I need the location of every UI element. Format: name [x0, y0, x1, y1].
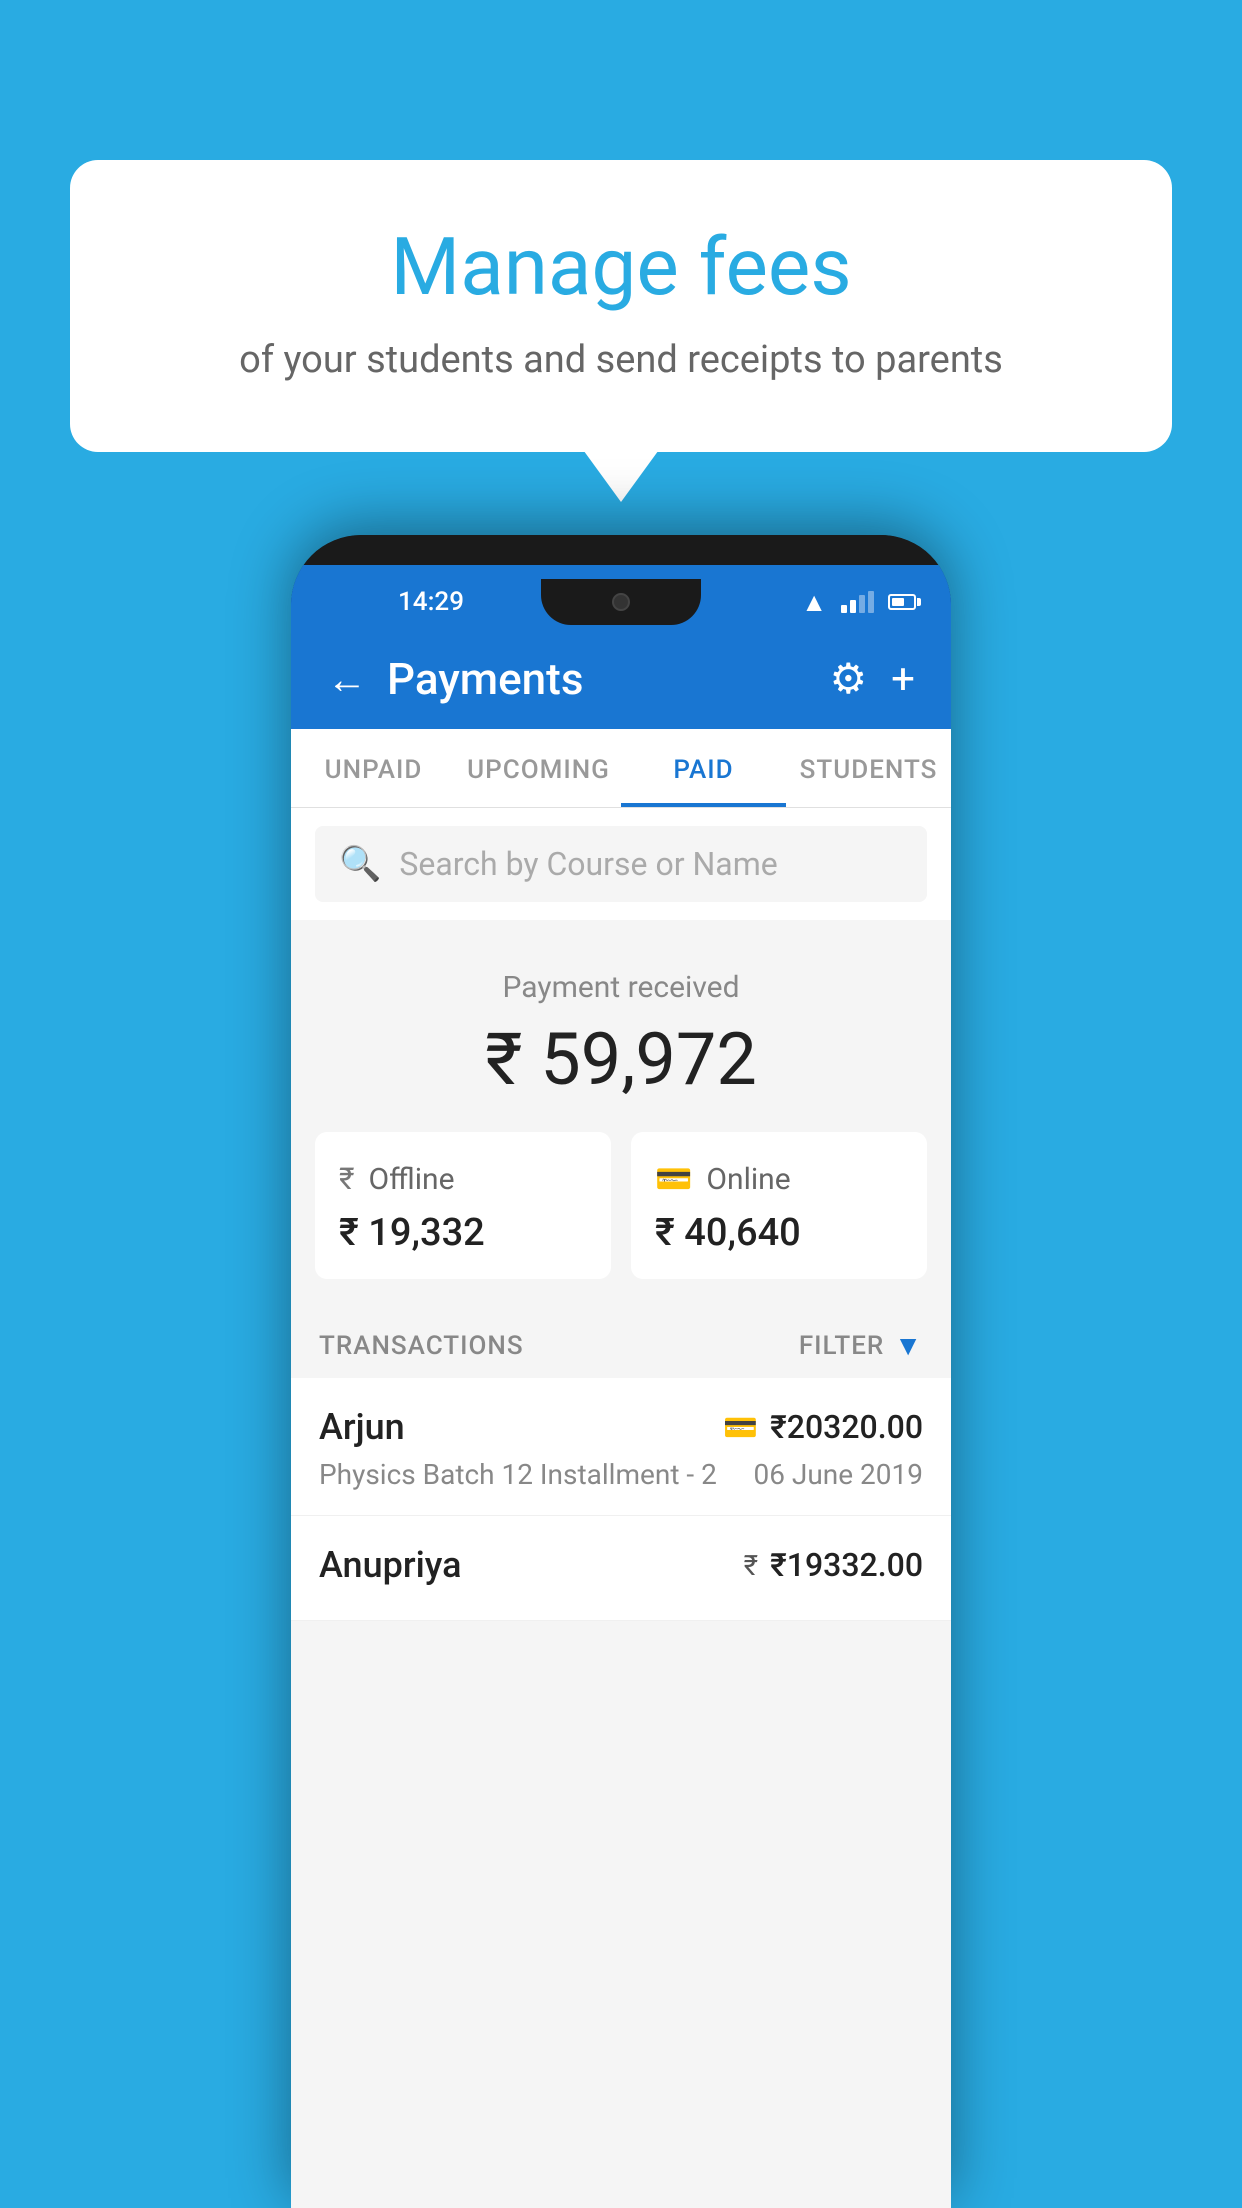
- payment-cards: ₹ Offline ₹ 19,332 💳 Online ₹ 40,640: [291, 1132, 951, 1309]
- transactions-header: TRANSACTIONS FILTER ▼: [291, 1309, 951, 1378]
- offline-card: ₹ Offline ₹ 19,332: [315, 1132, 611, 1279]
- page-title: Payments: [387, 653, 583, 705]
- tabs-bar: UNPAID UPCOMING PAID STUDENTS: [291, 729, 951, 808]
- speech-bubble-subtitle: of your students and send receipts to pa…: [150, 338, 1092, 382]
- payment-label: Payment received: [291, 970, 951, 1005]
- search-container: 🔍 Search by Course or Name: [291, 808, 951, 920]
- status-time: 14:29: [321, 587, 541, 617]
- table-row[interactable]: Arjun 💳 ₹20320.00 Physics Batch 12 Insta…: [291, 1378, 951, 1516]
- battery-icon: [888, 594, 921, 610]
- tab-students[interactable]: STUDENTS: [786, 729, 951, 807]
- speech-bubble-container: Manage fees of your students and send re…: [70, 160, 1172, 452]
- table-row[interactable]: Anupriya ₹ ₹19332.00: [291, 1516, 951, 1621]
- notch-area: 14:29 ▲: [291, 565, 951, 629]
- transaction-list: Arjun 💳 ₹20320.00 Physics Batch 12 Insta…: [291, 1378, 951, 1621]
- payment-summary: Payment received ₹ 59,972: [291, 920, 951, 1132]
- transaction-amount-wrapper: ₹ ₹19332.00: [744, 1546, 923, 1584]
- header-left: ← Payments: [327, 653, 583, 705]
- online-card: 💳 Online ₹ 40,640: [631, 1132, 927, 1279]
- offline-label: Offline: [369, 1162, 455, 1197]
- tab-upcoming[interactable]: UPCOMING: [456, 729, 621, 807]
- wifi-icon: ▲: [801, 587, 827, 618]
- transaction-amount: ₹20320.00: [770, 1408, 923, 1446]
- search-bar[interactable]: 🔍 Search by Course or Name: [315, 826, 927, 902]
- filter-button[interactable]: FILTER ▼: [799, 1329, 923, 1362]
- filter-label: FILTER: [799, 1331, 884, 1361]
- online-amount: ₹ 40,640: [655, 1211, 903, 1255]
- transaction-amount-wrapper: 💳 ₹20320.00: [723, 1408, 923, 1446]
- notch: [541, 579, 701, 625]
- transaction-course: Physics Batch 12 Installment - 2: [319, 1458, 717, 1491]
- transaction-amount: ₹19332.00: [770, 1546, 923, 1584]
- online-label: Online: [706, 1162, 790, 1197]
- filter-icon: ▼: [894, 1329, 923, 1362]
- speech-bubble: Manage fees of your students and send re…: [70, 160, 1172, 452]
- camera: [612, 593, 630, 611]
- search-icon: 🔍: [339, 844, 381, 884]
- signal-icon: [841, 591, 874, 613]
- payment-amount: ₹ 59,972: [291, 1017, 951, 1102]
- app-header: ← Payments ⚙ +: [291, 629, 951, 729]
- transactions-label: TRANSACTIONS: [319, 1331, 524, 1361]
- background: Manage fees of your students and send re…: [0, 0, 1242, 2208]
- phone-frame: 14:29 ▲: [291, 535, 951, 2208]
- search-input[interactable]: Search by Course or Name: [399, 845, 777, 883]
- offline-payment-icon: ₹: [744, 1549, 758, 1582]
- offline-amount: ₹ 19,332: [339, 1211, 587, 1255]
- online-icon: 💳: [655, 1162, 692, 1197]
- app-body: 🔍 Search by Course or Name Payment recei…: [291, 808, 951, 2208]
- transaction-date: 06 June 2019: [753, 1458, 923, 1491]
- transaction-name: Arjun: [319, 1406, 405, 1448]
- settings-icon[interactable]: ⚙: [830, 654, 868, 704]
- speech-bubble-title: Manage fees: [150, 220, 1092, 314]
- tab-unpaid[interactable]: UNPAID: [291, 729, 456, 807]
- online-payment-icon: 💳: [723, 1411, 758, 1444]
- back-button[interactable]: ←: [327, 656, 367, 703]
- header-right: ⚙ +: [830, 654, 916, 704]
- transaction-name: Anupriya: [319, 1544, 462, 1586]
- add-icon[interactable]: +: [891, 655, 915, 704]
- tab-paid[interactable]: PAID: [621, 729, 786, 807]
- offline-icon: ₹: [339, 1162, 355, 1197]
